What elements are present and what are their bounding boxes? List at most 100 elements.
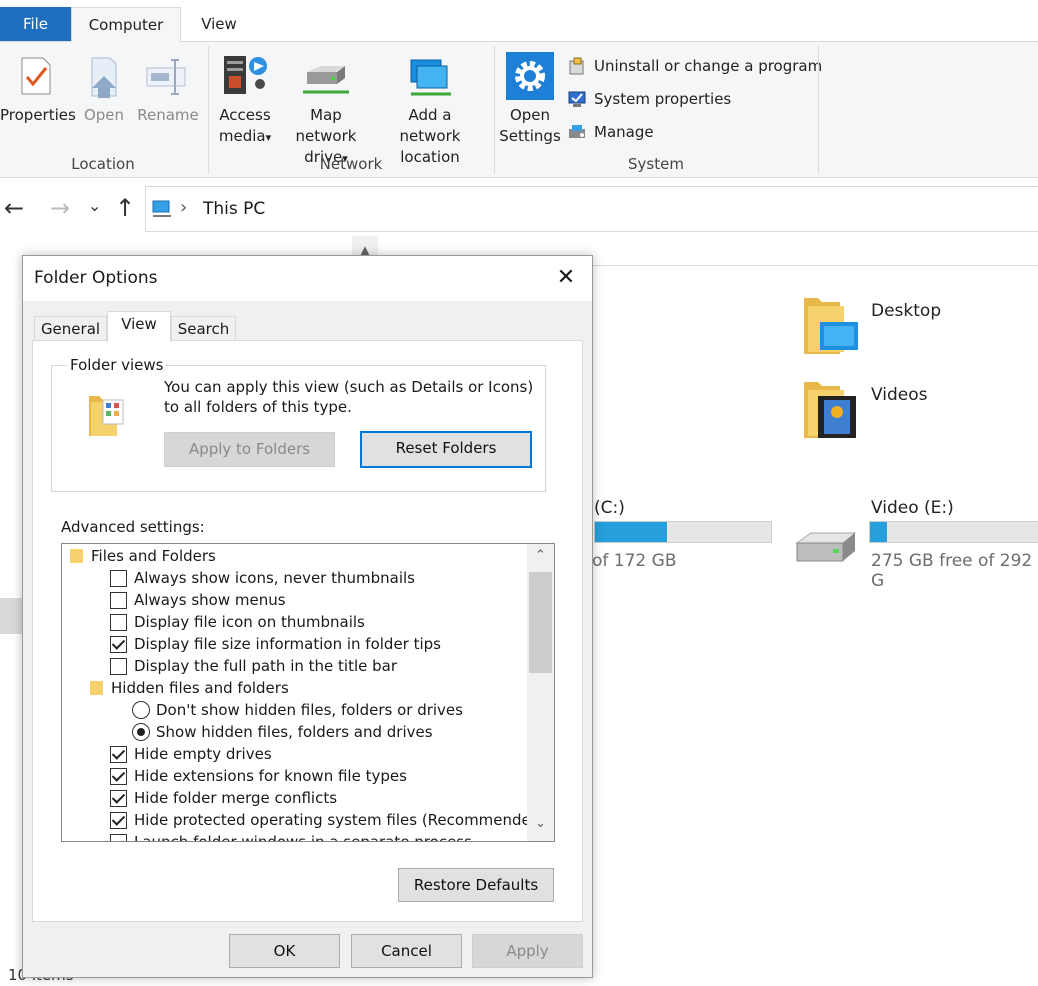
- checkbox[interactable]: [110, 636, 127, 653]
- forward-arrow-icon[interactable]: →: [50, 194, 70, 222]
- tree-item-label: Launch folder windows in a separate proc…: [134, 833, 472, 842]
- checkbox[interactable]: [110, 746, 127, 763]
- scrollbar-thumb[interactable]: [529, 572, 552, 673]
- tree-scrollbar[interactable]: ⌃ ⌄: [527, 544, 554, 841]
- drive-e-free-text: 275 GB free of 292 G: [871, 551, 1033, 591]
- chevron-down-icon: ▾: [265, 131, 272, 144]
- tree-item-label: Always show icons, never thumbnails: [134, 569, 415, 587]
- ribbon-tab-bar: File Computer View: [0, 0, 1038, 43]
- computer-management-icon: [569, 125, 585, 138]
- open-settings-line2: Settings: [499, 127, 561, 145]
- address-bar[interactable]: › This PC: [145, 186, 1038, 232]
- properties-label: Properties: [0, 106, 76, 124]
- checkbox[interactable]: [110, 790, 127, 807]
- group-label-network: Network: [319, 155, 383, 173]
- uninstall-program-button[interactable]: Uninstall or change a program: [568, 54, 822, 78]
- add-network-location-button[interactable]: Add a network location: [378, 52, 482, 166]
- network-drive-icon: [303, 66, 349, 94]
- tab-general[interactable]: General: [34, 316, 107, 341]
- drive-c-usage-fill: [595, 522, 668, 542]
- up-arrow-icon[interactable]: ↑: [115, 194, 135, 222]
- folder-icon: [90, 681, 103, 695]
- folder-options-dialog: Folder Options ✕ General View Search Fol…: [22, 255, 593, 978]
- open-settings-label: Open Settings: [498, 105, 562, 147]
- folder-views-legend: Folder views: [67, 356, 167, 374]
- tree-item-label: Hide protected operating system files (R…: [134, 811, 547, 829]
- rename-label: Rename: [137, 106, 199, 124]
- tree-item-label: Hidden files and folders: [111, 679, 289, 697]
- tree-item-label: Always show menus: [134, 591, 286, 609]
- videos-folder-icon: [804, 382, 856, 438]
- tab-view-dialog[interactable]: View: [107, 311, 171, 342]
- rename-button[interactable]: Rename: [136, 52, 200, 152]
- ok-button[interactable]: OK: [229, 934, 340, 968]
- folder-icon: [70, 549, 83, 563]
- folder-desktop[interactable]: [800, 292, 864, 358]
- ribbon: Properties Open Rename Location Access m…: [0, 42, 1038, 178]
- apply-button[interactable]: Apply: [472, 934, 583, 968]
- properties-button[interactable]: Properties: [0, 52, 76, 152]
- group-separator: [208, 46, 209, 174]
- desktop-folder-icon: [804, 298, 858, 354]
- add-location-line1: Add a network: [399, 106, 461, 145]
- uninstall-program-label: Uninstall or change a program: [594, 57, 823, 75]
- scroll-down-icon[interactable]: ⌄: [527, 816, 554, 831]
- hard-drive-icon: [795, 532, 857, 562]
- radio-button[interactable]: [132, 701, 150, 719]
- drive-c-usage-bar: [594, 521, 772, 543]
- cancel-button[interactable]: Cancel: [351, 934, 462, 968]
- drive-video-e[interactable]: [793, 527, 857, 567]
- group-separator: [818, 46, 819, 174]
- access-media-label: Access media▾: [214, 105, 276, 148]
- checkbox[interactable]: [110, 658, 127, 675]
- checkbox[interactable]: [110, 812, 127, 829]
- tree-item-label: Hide empty drives: [134, 745, 272, 763]
- advanced-settings-tree[interactable]: Files and Folders Always show icons, neve…: [61, 543, 555, 842]
- rename-icon: [146, 59, 186, 95]
- radio-button[interactable]: [132, 723, 150, 741]
- dialog-title-bar[interactable]: Folder Options ✕: [23, 256, 592, 301]
- open-settings-button[interactable]: Open Settings: [498, 50, 562, 150]
- properties-icon: [21, 57, 51, 95]
- drive-label-e: Video (E:): [871, 498, 954, 518]
- tree-item-label: Hide extensions for known file types: [134, 767, 407, 785]
- manage-button[interactable]: Manage: [568, 120, 654, 144]
- tree-item-label: Files and Folders: [91, 547, 216, 565]
- checkbox[interactable]: [110, 592, 127, 609]
- breadcrumb-separator-icon[interactable]: ›: [180, 197, 187, 218]
- tab-computer[interactable]: Computer: [71, 7, 181, 43]
- drive-e-usage-bar: [869, 521, 1038, 543]
- system-properties-icon: [568, 91, 586, 107]
- scroll-up-icon[interactable]: ⌃: [527, 548, 554, 563]
- restore-defaults-button[interactable]: Restore Defaults: [398, 868, 554, 902]
- tab-file[interactable]: File: [0, 7, 71, 41]
- map-drive-line1: Map network: [295, 106, 357, 145]
- tree-item-label: Display file size information in folder …: [134, 635, 442, 653]
- back-arrow-icon[interactable]: ←: [4, 194, 24, 222]
- apply-to-folders-button[interactable]: Apply to Folders: [164, 432, 335, 467]
- close-icon[interactable]: ✕: [550, 262, 582, 294]
- media-server-icon: [224, 56, 267, 94]
- breadcrumb-this-pc[interactable]: This PC: [203, 199, 265, 219]
- recent-locations-chevron-icon[interactable]: ⌄: [88, 196, 101, 215]
- checkbox[interactable]: [110, 834, 127, 841]
- checkbox[interactable]: [110, 570, 127, 587]
- checkbox[interactable]: [110, 614, 127, 631]
- reset-folders-button[interactable]: Reset Folders: [360, 431, 532, 468]
- drive-e-usage-fill: [870, 522, 887, 542]
- advanced-settings-label: Advanced settings:: [61, 518, 205, 536]
- group-label-system: System: [628, 155, 684, 173]
- program-box-icon: [569, 57, 584, 75]
- nav-pane-selection: [0, 598, 22, 634]
- access-media-button[interactable]: Access media▾: [214, 52, 276, 152]
- open-button[interactable]: Open: [80, 52, 128, 152]
- system-properties-button[interactable]: System properties: [568, 87, 731, 111]
- drive-label-c: (C:): [594, 498, 625, 518]
- tree-item-label: Don't show hidden files, folders or driv…: [156, 701, 463, 719]
- checkbox[interactable]: [110, 768, 127, 785]
- map-network-drive-button[interactable]: Map network drive▾: [278, 52, 374, 166]
- access-media-line1: Access: [219, 106, 271, 124]
- tab-search[interactable]: Search: [171, 316, 236, 341]
- tab-view[interactable]: View: [185, 7, 253, 42]
- folder-videos[interactable]: [800, 376, 864, 442]
